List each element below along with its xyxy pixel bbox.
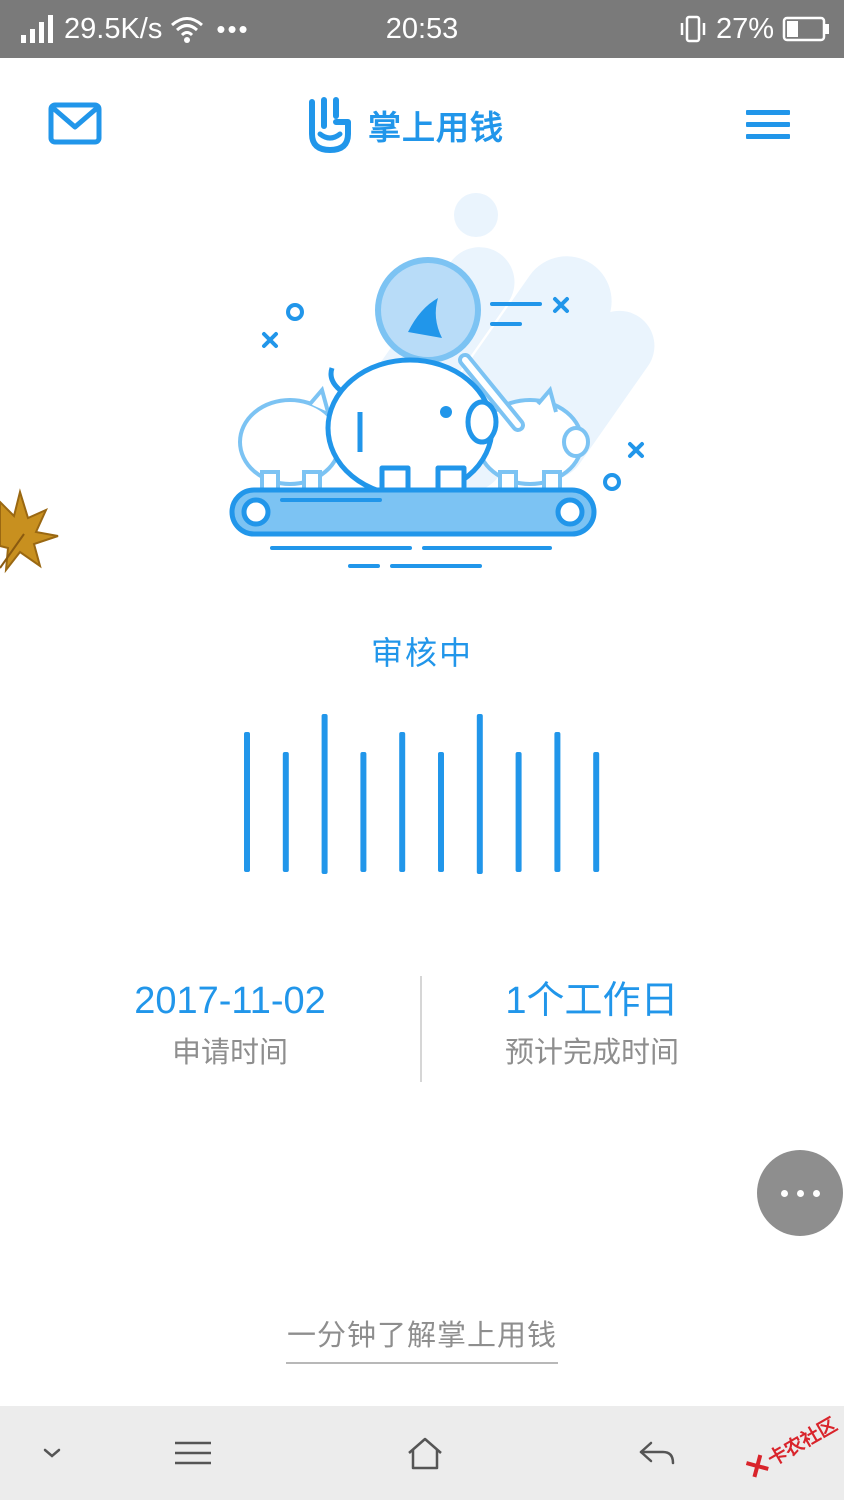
- left-pig: [238, 385, 342, 496]
- estimate-label: 预计完成时间: [504, 1035, 679, 1069]
- progress-bar: [554, 732, 561, 872]
- back-button[interactable]: [624, 1406, 690, 1500]
- estimate-section: 1个工作日 预计完成时间: [422, 972, 762, 1072]
- vibrate-icon: [680, 15, 706, 43]
- progress-bar: [360, 752, 367, 872]
- piggy-bank-illustration: [229, 193, 655, 568]
- network-speed: 29.5K/s: [64, 12, 163, 45]
- estimate-value: 1个工作日: [505, 980, 679, 1022]
- apply-date: 2017-11-02: [134, 980, 326, 1022]
- progress-bar: [399, 732, 406, 872]
- battery-icon: [782, 16, 829, 42]
- mail-icon[interactable]: [48, 102, 102, 146]
- hand-logo-icon: [309, 97, 351, 153]
- home-icon: [408, 1437, 442, 1470]
- maple-leaf-icon: [0, 488, 59, 574]
- wifi-icon: [171, 17, 204, 43]
- learn-more-link[interactable]: 一分钟了解掌上用钱: [286, 1312, 558, 1364]
- floating-more-button[interactable]: [757, 1150, 843, 1236]
- progress-bar: [282, 752, 289, 872]
- menu-icon[interactable]: [744, 106, 794, 144]
- apply-date-label: 申请时间: [171, 1035, 288, 1069]
- signal-icon: [21, 15, 53, 43]
- conveyor-belt: [229, 487, 597, 568]
- battery-percent: 27%: [715, 12, 774, 45]
- system-nav-bar: [0, 1406, 844, 1500]
- collapse-button[interactable]: [20, 1406, 84, 1500]
- progress-bar: [438, 752, 444, 872]
- status-bar-right: 27%: [678, 0, 830, 58]
- clock: 20:53: [385, 12, 459, 45]
- progress-bar: [515, 752, 522, 872]
- status-bar: 29.5K/s ••• 20:53 27%: [0, 0, 844, 58]
- more-icon: [780, 1189, 820, 1197]
- brand-name: 掌上用钱: [368, 108, 504, 147]
- back-icon: [639, 1441, 675, 1465]
- home-button[interactable]: [392, 1406, 458, 1500]
- menu-lines-icon: [175, 1441, 211, 1465]
- collapse-icon: [43, 1448, 61, 1458]
- brand-logo: 掌上用钱: [306, 94, 504, 156]
- progress-bar: [593, 752, 600, 872]
- recent-apps-button[interactable]: [160, 1406, 226, 1500]
- progress-bar: [321, 714, 328, 874]
- app-header: 掌上用钱: [0, 58, 844, 190]
- review-status: 审核中: [370, 634, 473, 672]
- more-dots-icon: •••: [216, 13, 250, 44]
- progress-bar: [476, 714, 483, 874]
- application-info: 2017-11-02 申请时间 1个工作日 预计完成时间: [0, 972, 844, 1084]
- progress-bar: [244, 732, 250, 872]
- progress-bars: [244, 714, 600, 874]
- status-bar-left: 29.5K/s •••: [20, 0, 250, 58]
- apply-date-section: 2017-11-02 申请时间: [40, 972, 420, 1072]
